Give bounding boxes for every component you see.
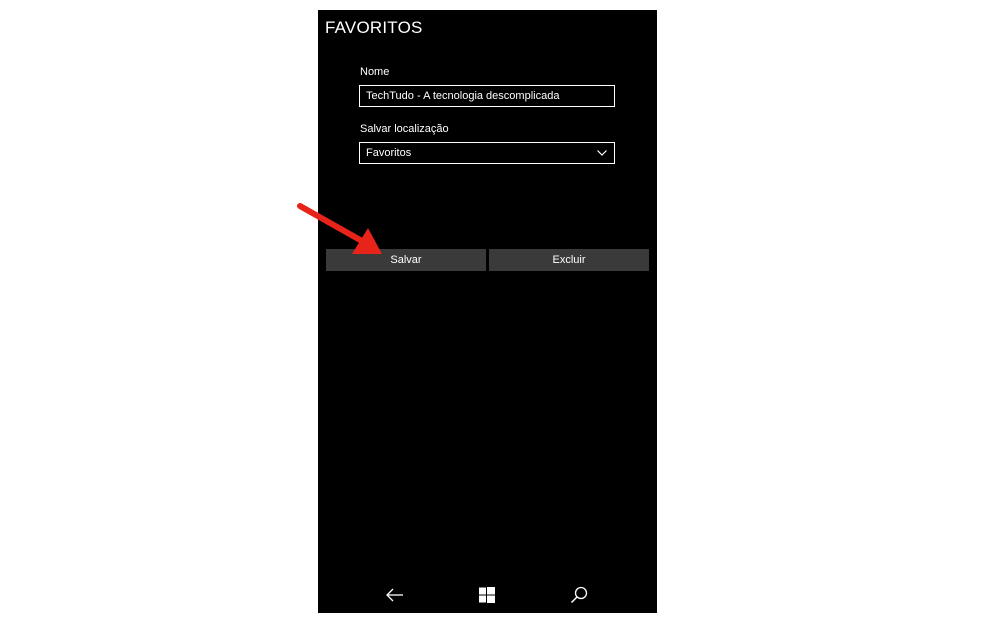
name-label: Nome [360,66,390,78]
location-label: Salvar localização [360,123,449,135]
search-icon[interactable] [568,584,590,606]
windows-icon[interactable] [476,584,498,606]
phone-screen: FAVORITOS Nome Salvar localização Favori… [318,10,657,613]
location-selected-value: Favoritos [366,147,412,159]
back-arrow-icon[interactable] [384,584,406,606]
screenshot-stage: FAVORITOS Nome Salvar localização Favori… [0,0,984,626]
name-input[interactable] [359,85,615,107]
location-select[interactable]: Favoritos [359,142,615,164]
delete-button[interactable]: Excluir [489,249,649,271]
annotation-arrow-icon [297,203,382,254]
page-title: FAVORITOS [325,18,423,37]
chevron-down-icon [596,147,608,159]
